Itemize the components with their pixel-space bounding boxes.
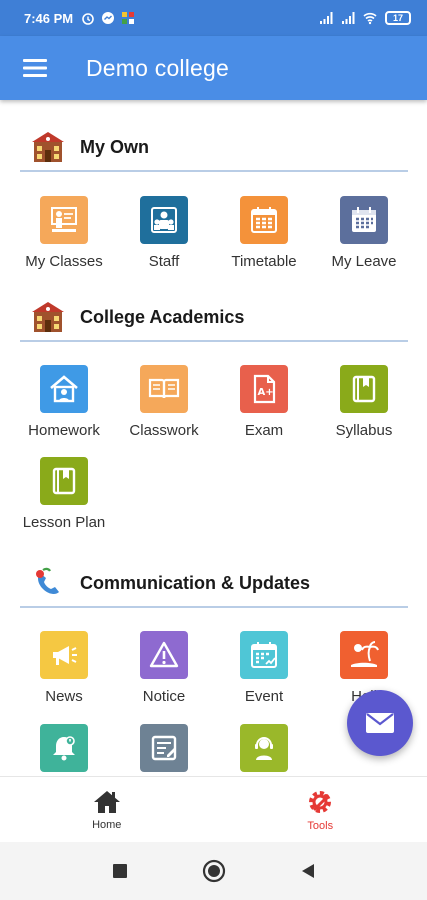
- tile-homework[interactable]: Homework: [14, 365, 114, 439]
- calendar-icon: [340, 196, 388, 244]
- tile-label: My Leave: [331, 253, 397, 270]
- home-icon: [93, 790, 120, 813]
- tile-label: Homework: [28, 422, 100, 439]
- exam-icon: A+: [240, 365, 288, 413]
- event-icon: [240, 631, 288, 679]
- section-title: College Academics: [80, 306, 245, 327]
- mail-icon: [366, 713, 394, 733]
- tile-label: Staff: [148, 253, 180, 270]
- page-title: Demo college: [86, 54, 230, 81]
- dashboard-content[interactable]: My Own My Classes Staff Timetable My Lea…: [0, 100, 427, 776]
- battery-indicator: 17: [385, 11, 411, 25]
- bottom-navigation: Home Tools: [0, 776, 427, 842]
- signal-icon: [320, 12, 333, 24]
- status-system-icons: 17: [319, 11, 411, 25]
- message-fab[interactable]: [347, 690, 413, 756]
- messenger-icon: [102, 12, 115, 24]
- tile-classwork[interactable]: Classwork: [114, 365, 214, 439]
- tools-icon: [309, 790, 332, 813]
- svg-text:A+: A+: [258, 387, 274, 398]
- signal-icon: [342, 12, 355, 24]
- warning-icon: [140, 631, 188, 679]
- tile-syllabus[interactable]: Syllabus: [314, 365, 414, 439]
- app-bar: Demo college: [0, 36, 427, 100]
- tile-label: Notice: [142, 688, 186, 705]
- home-system-button[interactable]: [199, 856, 229, 886]
- back-triangle-icon: [301, 864, 314, 878]
- school-building-icon: [28, 127, 68, 167]
- nav-home[interactable]: Home: [0, 777, 214, 842]
- tile-notice[interactable]: Notice: [114, 631, 214, 705]
- menu-button[interactable]: [0, 36, 70, 100]
- phone-icon: [28, 563, 68, 603]
- section-header-communication: Communication & Updates: [20, 560, 408, 608]
- tile-event[interactable]: Event: [214, 631, 314, 705]
- tile-label: Lesson Plan: [22, 514, 106, 531]
- tile-label: Event: [244, 688, 284, 705]
- section-title: My Own: [80, 136, 150, 157]
- tile-label: Syllabus: [335, 422, 393, 439]
- megaphone-icon: [40, 631, 88, 679]
- status-bar: 7:46 PM 17: [0, 0, 427, 36]
- timetable-icon: [240, 196, 288, 244]
- classroom-icon: [40, 196, 88, 244]
- school-building-icon: [28, 297, 68, 337]
- tile-label: My Classes: [25, 253, 103, 270]
- homework-icon: [40, 365, 88, 413]
- section-title: Communication & Updates: [80, 572, 311, 593]
- tile-my-leave[interactable]: My Leave: [314, 196, 414, 270]
- book-open-icon: [140, 365, 188, 413]
- back-button[interactable]: [293, 856, 323, 886]
- tile-label: News: [45, 688, 83, 705]
- tile-label: Exam: [244, 422, 284, 439]
- hamburger-menu-icon: [23, 59, 47, 77]
- system-navigation-bar: [0, 842, 427, 900]
- lesson-plan-icon: [40, 457, 88, 505]
- holiday-icon: [340, 631, 388, 679]
- reminder-icon: [40, 724, 88, 772]
- tile-reminder[interactable]: [14, 724, 114, 776]
- circle-icon: [202, 859, 225, 883]
- nav-label: Home: [92, 818, 122, 831]
- nav-label: Tools: [307, 819, 334, 832]
- notes-icon: [140, 724, 188, 772]
- section-header-my-own: My Own: [20, 124, 408, 172]
- wifi-icon: [363, 12, 377, 25]
- nav-tools[interactable]: Tools: [214, 777, 427, 842]
- tile-my-classes[interactable]: My Classes: [14, 196, 114, 270]
- syllabus-icon: [340, 365, 388, 413]
- tile-news[interactable]: News: [14, 631, 114, 705]
- app-notification-icon: [122, 12, 135, 24]
- tile-notes[interactable]: [114, 724, 214, 776]
- staff-icon: [140, 196, 188, 244]
- alarm-icon: [82, 13, 94, 25]
- tile-label: Classwork: [129, 422, 199, 439]
- tile-exam[interactable]: A+ Exam: [214, 365, 314, 439]
- tile-lesson-plan[interactable]: Lesson Plan: [14, 457, 114, 531]
- tile-label: Timetable: [231, 253, 297, 270]
- status-notification-icons: [81, 11, 135, 25]
- tile-support[interactable]: [214, 724, 314, 776]
- section-header-college-academics: College Academics: [20, 294, 408, 342]
- square-icon: [112, 864, 127, 878]
- tile-staff[interactable]: Staff: [114, 196, 214, 270]
- support-icon: [240, 724, 288, 772]
- tile-timetable[interactable]: Timetable: [214, 196, 314, 270]
- status-time: 7:46 PM: [24, 10, 74, 26]
- recents-button[interactable]: [105, 856, 135, 886]
